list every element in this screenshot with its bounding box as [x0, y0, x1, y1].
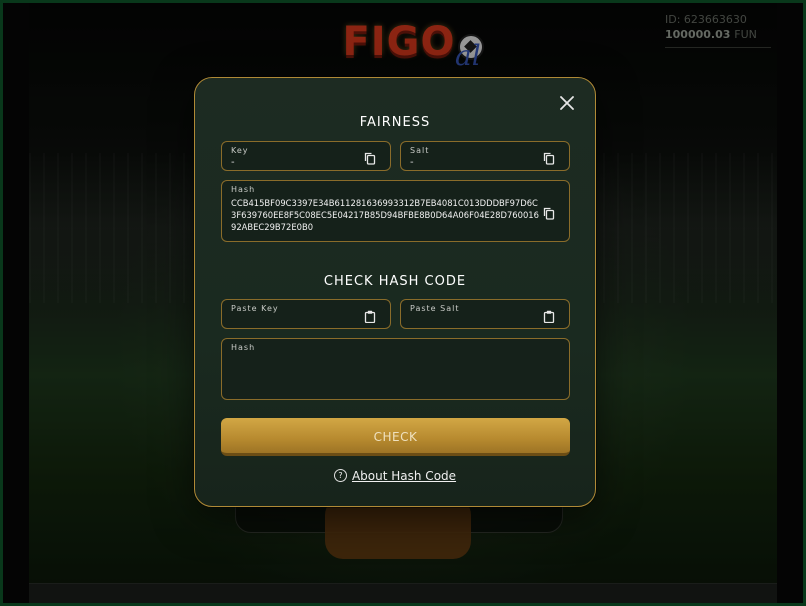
hash-field: Hash CCB415BF09C3397E34B611281636993312B… [221, 180, 570, 242]
clipboard-icon[interactable] [364, 308, 378, 324]
paste-key-label: Paste Key [231, 304, 279, 313]
key-label: Key [231, 146, 249, 155]
paste-salt-input[interactable]: Paste Salt [400, 299, 570, 329]
about-hash-code[interactable]: ? About Hash Code [195, 469, 595, 483]
check-hash-input[interactable]: Hash [221, 338, 570, 400]
about-hash-code-link[interactable]: About Hash Code [352, 469, 456, 483]
copy-icon[interactable] [364, 150, 378, 165]
check-hash-title: CHECK HASH CODE [323, 274, 467, 289]
salt-value: - [410, 157, 414, 168]
copy-icon[interactable] [543, 150, 557, 165]
hash-label: Hash [231, 185, 256, 194]
hash-value: CCB415BF09C3397E34B611281636993312B7EB40… [231, 198, 539, 232]
close-icon[interactable] [557, 94, 577, 114]
salt-field: Salt - [400, 141, 570, 171]
key-field: Key - [221, 141, 391, 171]
salt-label: Salt [410, 146, 430, 155]
fairness-modal: FAIRNESS Key - Salt - Hash CCB415BF09C33… [194, 77, 596, 507]
key-value: - [231, 157, 235, 168]
paste-key-input[interactable]: Paste Key [221, 299, 391, 329]
question-circle-icon[interactable]: ? [333, 469, 347, 482]
check-button[interactable]: CHECK [221, 418, 570, 456]
copy-icon[interactable] [543, 205, 557, 220]
check-hash-label: Hash [231, 343, 256, 352]
fairness-title: FAIRNESS [359, 115, 431, 130]
paste-salt-label: Paste Salt [410, 304, 460, 313]
clipboard-icon[interactable] [543, 308, 557, 324]
